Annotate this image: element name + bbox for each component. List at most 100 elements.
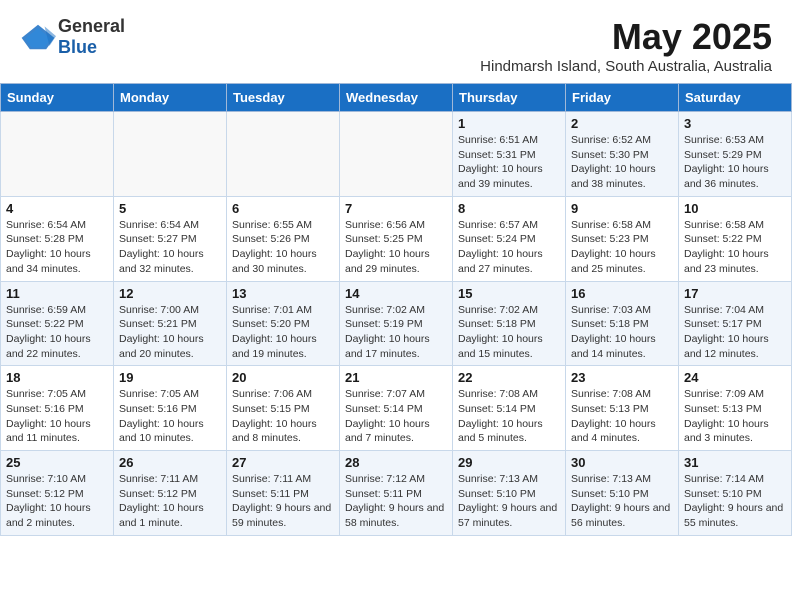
table-row: 27 Sunrise: 7:11 AM Sunset: 5:11 PM Dayli… xyxy=(227,451,340,536)
day-info: Sunrise: 6:58 AM Sunset: 5:22 PM Dayligh… xyxy=(684,218,786,277)
day-info: Sunrise: 7:11 AM Sunset: 5:11 PM Dayligh… xyxy=(232,472,334,531)
calendar-week-row: 25 Sunrise: 7:10 AM Sunset: 5:12 PM Dayli… xyxy=(1,451,792,536)
col-thursday: Thursday xyxy=(453,84,566,112)
day-number: 9 xyxy=(571,201,673,216)
table-row: 29 Sunrise: 7:13 AM Sunset: 5:10 PM Dayli… xyxy=(453,451,566,536)
day-number: 18 xyxy=(6,370,108,385)
day-info: Sunrise: 7:13 AM Sunset: 5:10 PM Dayligh… xyxy=(458,472,560,531)
calendar-week-row: 1 Sunrise: 6:51 AM Sunset: 5:31 PM Daylig… xyxy=(1,112,792,197)
table-row: 3 Sunrise: 6:53 AM Sunset: 5:29 PM Daylig… xyxy=(679,112,792,197)
col-friday: Friday xyxy=(566,84,679,112)
day-number: 1 xyxy=(458,116,560,131)
day-info: Sunrise: 7:08 AM Sunset: 5:13 PM Dayligh… xyxy=(571,387,673,446)
calendar-week-row: 4Sunrise: 6:54 AM Sunset: 5:28 PM Daylig… xyxy=(1,196,792,281)
day-number: 27 xyxy=(232,455,334,470)
day-number: 23 xyxy=(571,370,673,385)
logo-general: General xyxy=(58,16,125,36)
day-number: 24 xyxy=(684,370,786,385)
logo-blue: Blue xyxy=(58,37,97,57)
table-row: 9 Sunrise: 6:58 AM Sunset: 5:23 PM Daylig… xyxy=(566,196,679,281)
day-number: 3 xyxy=(684,116,786,131)
day-number: 4 xyxy=(6,201,108,216)
table-row: 16 Sunrise: 7:03 AM Sunset: 5:18 PM Dayli… xyxy=(566,281,679,366)
day-info: Sunrise: 7:11 AM Sunset: 5:12 PM Dayligh… xyxy=(119,472,221,531)
table-row: 1 Sunrise: 6:51 AM Sunset: 5:31 PM Daylig… xyxy=(453,112,566,197)
day-info: Sunrise: 7:08 AM Sunset: 5:14 PM Dayligh… xyxy=(458,387,560,446)
day-number: 13 xyxy=(232,286,334,301)
table-row: 24 Sunrise: 7:09 AM Sunset: 5:13 PM Dayli… xyxy=(679,366,792,451)
day-number: 17 xyxy=(684,286,786,301)
day-info: Sunrise: 6:52 AM Sunset: 5:30 PM Dayligh… xyxy=(571,133,673,192)
day-info: Sunrise: 7:05 AM Sunset: 5:16 PM Dayligh… xyxy=(6,387,108,446)
day-info: Sunrise: 7:03 AM Sunset: 5:18 PM Dayligh… xyxy=(571,303,673,362)
calendar-table: Sunday Monday Tuesday Wednesday Thursday… xyxy=(0,83,792,536)
table-row: 5Sunrise: 6:54 AM Sunset: 5:27 PM Daylig… xyxy=(114,196,227,281)
table-row xyxy=(227,112,340,197)
table-row: 19 Sunrise: 7:05 AM Sunset: 5:16 PM Dayli… xyxy=(114,366,227,451)
day-number: 26 xyxy=(119,455,221,470)
day-info: Sunrise: 7:01 AM Sunset: 5:20 PM Dayligh… xyxy=(232,303,334,362)
col-sunday: Sunday xyxy=(1,84,114,112)
table-row: 18 Sunrise: 7:05 AM Sunset: 5:16 PM Dayli… xyxy=(1,366,114,451)
day-number: 21 xyxy=(345,370,447,385)
table-row xyxy=(114,112,227,197)
table-row: 28 Sunrise: 7:12 AM Sunset: 5:11 PM Dayli… xyxy=(340,451,453,536)
table-row: 23 Sunrise: 7:08 AM Sunset: 5:13 PM Dayli… xyxy=(566,366,679,451)
table-row: 15 Sunrise: 7:02 AM Sunset: 5:18 PM Dayli… xyxy=(453,281,566,366)
day-info: Sunrise: 6:59 AM Sunset: 5:22 PM Dayligh… xyxy=(6,303,108,362)
day-info: Sunrise: 7:12 AM Sunset: 5:11 PM Dayligh… xyxy=(345,472,447,531)
location: Hindmarsh Island, South Australia, Austr… xyxy=(480,58,772,75)
day-info: Sunrise: 7:00 AM Sunset: 5:21 PM Dayligh… xyxy=(119,303,221,362)
day-info: Sunrise: 6:57 AM Sunset: 5:24 PM Dayligh… xyxy=(458,218,560,277)
day-info: Sunrise: 6:51 AM Sunset: 5:31 PM Dayligh… xyxy=(458,133,560,192)
page-header: General Blue May 2025 Hindmarsh Island, … xyxy=(0,0,792,83)
day-info: Sunrise: 7:06 AM Sunset: 5:15 PM Dayligh… xyxy=(232,387,334,446)
day-info: Sunrise: 6:58 AM Sunset: 5:23 PM Dayligh… xyxy=(571,218,673,277)
day-info: Sunrise: 7:13 AM Sunset: 5:10 PM Dayligh… xyxy=(571,472,673,531)
logo-icon xyxy=(20,23,56,51)
day-info: Sunrise: 7:02 AM Sunset: 5:19 PM Dayligh… xyxy=(345,303,447,362)
table-row: 6Sunrise: 6:55 AM Sunset: 5:26 PM Daylig… xyxy=(227,196,340,281)
day-number: 31 xyxy=(684,455,786,470)
day-info: Sunrise: 6:53 AM Sunset: 5:29 PM Dayligh… xyxy=(684,133,786,192)
day-number: 22 xyxy=(458,370,560,385)
table-row: 21Sunrise: 7:07 AM Sunset: 5:14 PM Dayli… xyxy=(340,366,453,451)
table-row: 31 Sunrise: 7:14 AM Sunset: 5:10 PM Dayli… xyxy=(679,451,792,536)
day-number: 28 xyxy=(345,455,447,470)
day-info: Sunrise: 7:10 AM Sunset: 5:12 PM Dayligh… xyxy=(6,472,108,531)
day-number: 14 xyxy=(345,286,447,301)
day-number: 19 xyxy=(119,370,221,385)
day-number: 15 xyxy=(458,286,560,301)
col-tuesday: Tuesday xyxy=(227,84,340,112)
table-row: 2Sunrise: 6:52 AM Sunset: 5:30 PM Daylig… xyxy=(566,112,679,197)
month-title: May 2025 xyxy=(480,16,772,58)
table-row: 12 Sunrise: 7:00 AM Sunset: 5:21 PM Dayli… xyxy=(114,281,227,366)
table-row: 14 Sunrise: 7:02 AM Sunset: 5:19 PM Dayli… xyxy=(340,281,453,366)
col-monday: Monday xyxy=(114,84,227,112)
table-row: 8 Sunrise: 6:57 AM Sunset: 5:24 PM Daylig… xyxy=(453,196,566,281)
day-number: 29 xyxy=(458,455,560,470)
table-row: 25 Sunrise: 7:10 AM Sunset: 5:12 PM Dayli… xyxy=(1,451,114,536)
day-info: Sunrise: 7:02 AM Sunset: 5:18 PM Dayligh… xyxy=(458,303,560,362)
table-row: 11Sunrise: 6:59 AM Sunset: 5:22 PM Dayli… xyxy=(1,281,114,366)
table-row: 7Sunrise: 6:56 AM Sunset: 5:25 PM Daylig… xyxy=(340,196,453,281)
day-number: 12 xyxy=(119,286,221,301)
table-row: 17 Sunrise: 7:04 AM Sunset: 5:17 PM Dayli… xyxy=(679,281,792,366)
day-number: 16 xyxy=(571,286,673,301)
table-row: 30 Sunrise: 7:13 AM Sunset: 5:10 PM Dayli… xyxy=(566,451,679,536)
day-number: 8 xyxy=(458,201,560,216)
day-info: Sunrise: 7:05 AM Sunset: 5:16 PM Dayligh… xyxy=(119,387,221,446)
table-row xyxy=(340,112,453,197)
table-row xyxy=(1,112,114,197)
day-number: 5 xyxy=(119,201,221,216)
col-wednesday: Wednesday xyxy=(340,84,453,112)
day-number: 25 xyxy=(6,455,108,470)
day-info: Sunrise: 6:55 AM Sunset: 5:26 PM Dayligh… xyxy=(232,218,334,277)
logo-text: General Blue xyxy=(58,16,125,58)
table-row: 4Sunrise: 6:54 AM Sunset: 5:28 PM Daylig… xyxy=(1,196,114,281)
day-info: Sunrise: 7:04 AM Sunset: 5:17 PM Dayligh… xyxy=(684,303,786,362)
day-info: Sunrise: 7:09 AM Sunset: 5:13 PM Dayligh… xyxy=(684,387,786,446)
day-number: 30 xyxy=(571,455,673,470)
table-row: 22 Sunrise: 7:08 AM Sunset: 5:14 PM Dayli… xyxy=(453,366,566,451)
day-info: Sunrise: 7:14 AM Sunset: 5:10 PM Dayligh… xyxy=(684,472,786,531)
